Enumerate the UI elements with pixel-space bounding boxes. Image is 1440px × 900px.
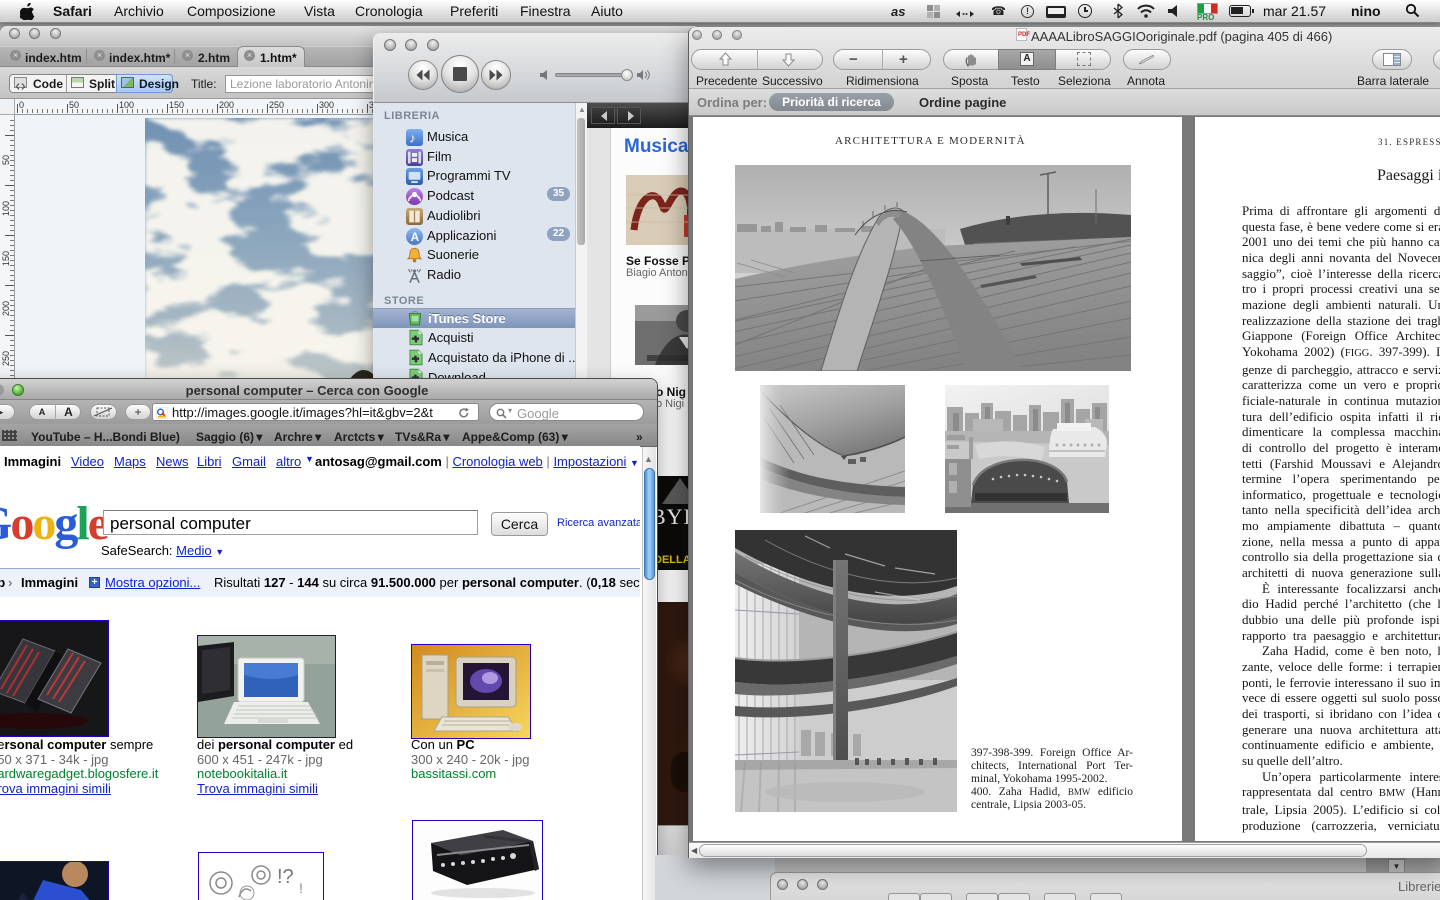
- svg-text:!?: !?: [277, 866, 294, 888]
- svg-text:♪: ♪: [409, 131, 416, 146]
- svg-text:!: !: [299, 880, 303, 896]
- svg-text:A: A: [411, 231, 420, 244]
